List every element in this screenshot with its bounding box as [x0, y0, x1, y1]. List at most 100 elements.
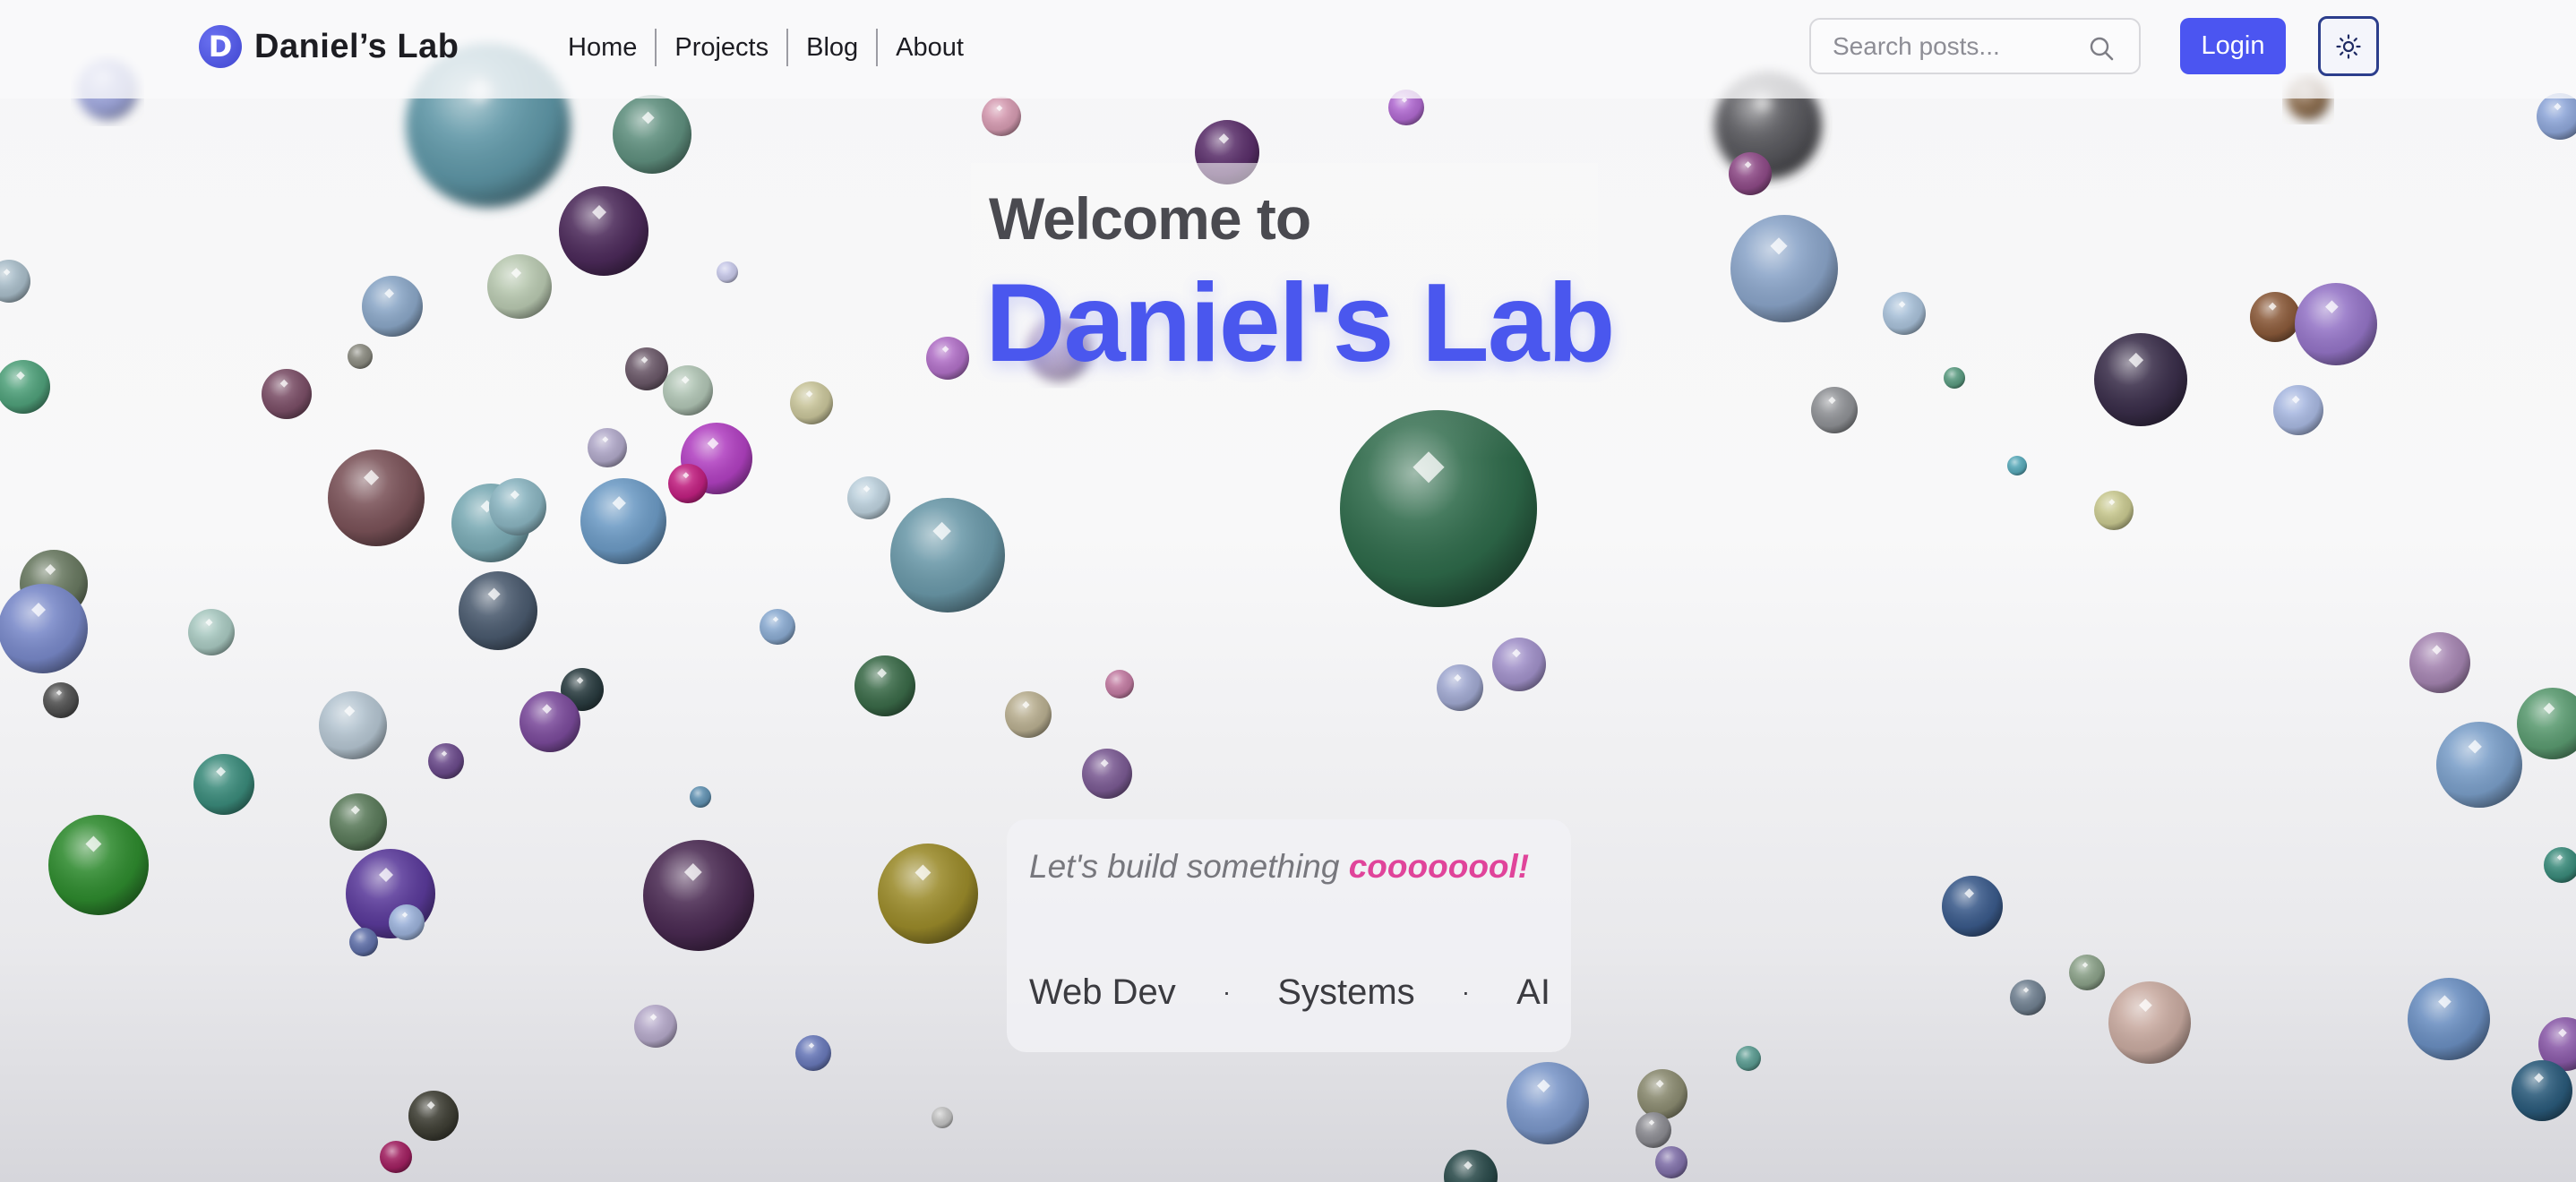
tagline: Let's build something coooooool! [1029, 848, 1529, 886]
nav-blog-link[interactable]: Blog [786, 29, 876, 66]
nav-about-link[interactable]: About [876, 29, 982, 66]
main-menu: Home Projects Blog About [568, 29, 982, 66]
skills-list: Web Dev · Systems · AI [1029, 970, 1550, 1015]
site-name: Daniel’s Lab [254, 27, 459, 65]
decorative-sphere [2512, 1060, 2572, 1121]
hero-title: Daniel's Lab [985, 261, 1615, 385]
decorative-sphere [2408, 978, 2490, 1060]
search-box [1809, 18, 2141, 74]
decorative-sphere [717, 261, 738, 283]
decorative-sphere [2409, 632, 2470, 693]
decorative-sphere [1437, 664, 1483, 711]
decorative-sphere [362, 276, 423, 337]
decorative-sphere [459, 571, 537, 650]
decorative-sphere [1636, 1112, 1671, 1148]
theme-toggle-button[interactable] [2318, 16, 2379, 76]
skill-separator: · [1461, 978, 1471, 1006]
decorative-sphere [932, 1107, 953, 1128]
decorative-sphere [349, 928, 378, 956]
decorative-sphere [2108, 981, 2191, 1064]
decorative-sphere [2010, 980, 2046, 1015]
decorative-sphere [2537, 93, 2576, 140]
decorative-sphere [188, 609, 235, 655]
decorative-sphere [1105, 670, 1134, 698]
decorative-sphere [926, 337, 969, 380]
decorative-sphere [760, 609, 795, 645]
decorative-sphere [380, 1141, 412, 1173]
site-logo[interactable]: D Daniel’s Lab [199, 23, 459, 70]
decorative-sphere [634, 1005, 677, 1048]
login-button[interactable]: Login [2180, 18, 2286, 74]
decorative-sphere [878, 844, 978, 944]
decorative-sphere [319, 691, 387, 759]
decorative-sphere [625, 347, 668, 390]
skill-web-dev: Web Dev [1029, 972, 1176, 1012]
decorative-sphere [580, 478, 666, 564]
decorative-sphere [690, 786, 711, 808]
nav-projects-link[interactable]: Projects [655, 29, 786, 66]
search-input[interactable] [1811, 31, 2080, 61]
decorative-sphere [1082, 749, 1132, 799]
decorative-sphere [1655, 1146, 1687, 1178]
decorative-sphere [328, 450, 425, 546]
decorative-sphere [48, 815, 149, 915]
decorative-sphere [43, 682, 79, 718]
decorative-sphere [1736, 1046, 1761, 1071]
decorative-sphere [0, 360, 50, 414]
decorative-sphere [613, 95, 691, 174]
decorative-sphere [854, 655, 915, 716]
skill-systems: Systems [1277, 972, 1415, 1012]
search-icon[interactable] [2087, 34, 2116, 63]
decorative-sphere [487, 254, 552, 319]
decorative-sphere [193, 754, 254, 815]
decorative-sphere [668, 464, 708, 503]
sun-icon [2336, 33, 2361, 59]
skill-separator: · [1222, 978, 1232, 1006]
decorative-sphere [2295, 283, 2377, 365]
decorative-sphere [982, 97, 1021, 136]
decorative-sphere [1883, 292, 1926, 335]
tagline-text: Let's build something [1029, 848, 1349, 885]
decorative-sphere [1444, 1150, 1498, 1182]
decorative-sphere [348, 344, 373, 369]
decorative-sphere [559, 186, 648, 276]
decorative-sphere [428, 743, 464, 779]
decorative-sphere [847, 476, 890, 519]
decorative-sphere [519, 691, 580, 752]
decorative-sphere [643, 840, 754, 951]
decorative-sphere [890, 498, 1005, 612]
decorative-sphere [1730, 215, 1838, 322]
decorative-sphere [408, 1091, 459, 1141]
decorative-sphere [2273, 385, 2323, 435]
decorative-sphere [1507, 1062, 1589, 1144]
decorative-sphere [0, 260, 30, 303]
logo-badge: D [199, 25, 242, 68]
decorative-sphere [2436, 722, 2522, 808]
decorative-sphere [330, 793, 387, 851]
decorative-sphere [663, 365, 713, 415]
decorative-sphere [1492, 638, 1546, 691]
hero-welcome: Welcome to [989, 185, 1311, 252]
decorative-sphere [1811, 387, 1858, 433]
nav-home-link[interactable]: Home [568, 29, 655, 66]
decorative-sphere [1942, 876, 2003, 937]
tagline-card: Let's build something coooooool! Web Dev… [1007, 819, 1571, 1052]
tagline-accent: coooooool! [1348, 848, 1530, 885]
decorative-sphere [262, 369, 312, 419]
top-navigation: D Daniel’s Lab Home Projects Blog About … [0, 0, 2576, 98]
decorative-sphere [790, 381, 833, 424]
decorative-sphere [2094, 491, 2134, 530]
decorative-sphere [1944, 367, 1965, 389]
decorative-sphere [2544, 847, 2576, 883]
decorative-sphere [588, 428, 627, 467]
skill-ai: AI [1516, 972, 1550, 1012]
decorative-sphere [2517, 688, 2576, 759]
decorative-sphere [1005, 691, 1052, 738]
decorative-sphere [2094, 333, 2187, 426]
decorative-sphere [2069, 955, 2105, 990]
decorative-sphere [1637, 1069, 1687, 1119]
decorative-sphere [0, 584, 88, 673]
decorative-sphere [2250, 292, 2300, 342]
decorative-sphere [489, 478, 546, 535]
decorative-sphere [2007, 456, 2027, 475]
